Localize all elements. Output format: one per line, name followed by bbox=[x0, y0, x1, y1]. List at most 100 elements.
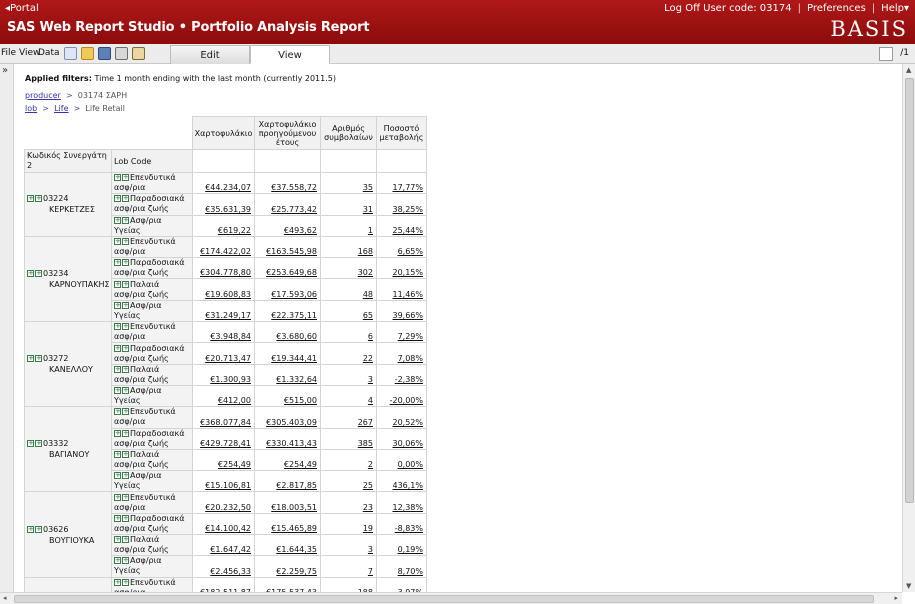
contracts-value[interactable]: 6 bbox=[368, 332, 373, 341]
portfolio-value[interactable]: €1.647,42 bbox=[210, 545, 251, 554]
drill-expand-icon[interactable]: + bbox=[114, 280, 121, 288]
vertical-scroll-thumb[interactable] bbox=[905, 78, 914, 503]
portfolio-value[interactable]: €19.608,83 bbox=[205, 290, 251, 299]
lob-label[interactable]: Ασφ/ρια bbox=[130, 471, 162, 480]
pct-change-value[interactable]: -20,00% bbox=[390, 396, 423, 405]
lob-label[interactable]: Παλαιά bbox=[130, 535, 159, 544]
open-folder-icon[interactable] bbox=[81, 47, 94, 60]
expand-icon[interactable]: + bbox=[122, 301, 129, 309]
pct-change-value[interactable]: 7,29% bbox=[398, 332, 423, 341]
pct-change-value[interactable]: 11,46% bbox=[392, 290, 423, 299]
col-header-pct-change[interactable]: Ποσοστό μεταβολής bbox=[376, 116, 427, 150]
portfolio-value[interactable]: €174.422,02 bbox=[200, 247, 251, 256]
drill-expand-icon[interactable]: + bbox=[114, 195, 121, 203]
prev-portfolio-value[interactable]: €25.773,42 bbox=[271, 205, 317, 214]
contracts-value[interactable]: 1 bbox=[368, 226, 373, 235]
portfolio-value[interactable]: €429.728,41 bbox=[200, 439, 251, 448]
drill-expand-icon[interactable]: + bbox=[114, 344, 121, 352]
print-icon[interactable] bbox=[115, 47, 128, 60]
expand-icon[interactable]: + bbox=[122, 557, 129, 565]
prev-portfolio-value[interactable]: €15.465,89 bbox=[271, 524, 317, 533]
lob-label[interactable]: Ασφ/ρια bbox=[130, 301, 162, 310]
portfolio-value[interactable]: €2.456,33 bbox=[210, 567, 251, 576]
lob-label[interactable]: Επενδυτικά bbox=[130, 173, 176, 182]
pct-change-value[interactable]: 17,77% bbox=[392, 183, 423, 192]
logoff-link[interactable]: Log Off User code: 03174 bbox=[664, 3, 791, 14]
contracts-value[interactable]: 48 bbox=[363, 290, 373, 299]
portfolio-value[interactable]: €20.232,50 bbox=[205, 503, 251, 512]
expand-icon[interactable]: + bbox=[122, 387, 129, 395]
lob-label[interactable]: Ασφ/ρια bbox=[130, 556, 162, 565]
prev-portfolio-value[interactable]: €17.593,06 bbox=[271, 290, 317, 299]
portfolio-value[interactable]: €304.778,80 bbox=[200, 268, 251, 277]
tab-view[interactable]: View bbox=[250, 45, 330, 64]
scroll-up-icon[interactable]: ▲ bbox=[906, 66, 911, 74]
partner-code[interactable]: 03626 bbox=[43, 525, 68, 534]
pct-change-value[interactable]: 30,06% bbox=[392, 439, 423, 448]
drill-expand-icon[interactable]: + bbox=[27, 440, 34, 448]
portfolio-value[interactable]: €35.631,39 bbox=[205, 205, 251, 214]
pct-change-value[interactable]: 0,19% bbox=[398, 545, 423, 554]
prev-portfolio-value[interactable]: €493,62 bbox=[284, 226, 317, 235]
drill-expand-icon[interactable]: + bbox=[114, 536, 121, 544]
expand-icon[interactable]: + bbox=[122, 493, 129, 501]
portfolio-value[interactable]: €15.106,81 bbox=[205, 481, 251, 490]
prev-portfolio-value[interactable]: €1.332,64 bbox=[276, 375, 317, 384]
expand-icon[interactable]: + bbox=[122, 195, 129, 203]
expand-icon[interactable]: + bbox=[35, 440, 42, 448]
lob-label[interactable]: Παραδοσιακά bbox=[130, 514, 184, 523]
pct-change-value[interactable]: 8,70% bbox=[398, 567, 423, 576]
prev-portfolio-value[interactable]: €37.558,72 bbox=[271, 183, 317, 192]
lob-label[interactable]: Παραδοσιακά bbox=[130, 258, 184, 267]
drill-expand-icon[interactable]: + bbox=[114, 493, 121, 501]
col-header-lob[interactable]: Lob Code bbox=[111, 149, 193, 173]
prev-portfolio-value[interactable]: €22.375,11 bbox=[271, 311, 317, 320]
contracts-value[interactable]: 2 bbox=[368, 460, 373, 469]
prev-portfolio-value[interactable]: €515,00 bbox=[284, 396, 317, 405]
expand-icon[interactable]: + bbox=[122, 514, 129, 522]
new-report-icon[interactable] bbox=[64, 47, 77, 60]
expand-icon[interactable]: + bbox=[122, 238, 129, 246]
partner-code[interactable]: 03332 bbox=[43, 439, 68, 448]
help-menu[interactable]: Help▾ bbox=[881, 3, 909, 14]
lob-label[interactable]: Ασφ/ρια bbox=[130, 386, 162, 395]
lob-label[interactable]: Παραδοσιακά bbox=[130, 344, 184, 353]
prev-portfolio-value[interactable]: €254,49 bbox=[284, 460, 317, 469]
partner-code[interactable]: 03224 bbox=[43, 194, 68, 203]
lob-label[interactable]: Ασφ/ρια bbox=[130, 216, 162, 225]
breadcrumb-link-life[interactable]: Life bbox=[54, 104, 68, 113]
partner-code[interactable]: 03234 bbox=[43, 269, 68, 278]
drill-expand-icon[interactable]: + bbox=[27, 525, 34, 533]
contracts-value[interactable]: 3 bbox=[368, 375, 373, 384]
contracts-value[interactable]: 4 bbox=[368, 396, 373, 405]
breadcrumb-link-lob[interactable]: lob bbox=[25, 104, 37, 113]
expand-icon[interactable]: + bbox=[122, 429, 129, 437]
lob-label[interactable]: Επενδυτικά bbox=[130, 493, 176, 502]
contracts-value[interactable]: 385 bbox=[358, 439, 373, 448]
expand-icon[interactable]: + bbox=[122, 344, 129, 352]
lob-label[interactable]: Παλαιά bbox=[130, 365, 159, 374]
horizontal-scroll-thumb[interactable] bbox=[14, 595, 874, 603]
drill-expand-icon[interactable]: + bbox=[114, 472, 121, 480]
lob-label[interactable]: Παραδοσιακά bbox=[130, 429, 184, 438]
col-header-partner[interactable]: Κωδικός Συνεργάτη 2 bbox=[24, 149, 112, 173]
drill-expand-icon[interactable]: + bbox=[27, 355, 34, 363]
drill-expand-icon[interactable]: + bbox=[114, 578, 121, 586]
prev-portfolio-value[interactable]: €2.259,75 bbox=[276, 567, 317, 576]
lob-label[interactable]: Επενδυτικά bbox=[130, 237, 176, 246]
drill-expand-icon[interactable]: + bbox=[114, 323, 121, 331]
prev-portfolio-value[interactable]: €305.403,09 bbox=[266, 418, 317, 427]
prev-portfolio-value[interactable]: €2.817,85 bbox=[276, 481, 317, 490]
lob-label[interactable]: Επενδυτικά bbox=[130, 407, 176, 416]
preferences-link[interactable]: Preferences bbox=[807, 3, 866, 14]
page-number-input[interactable] bbox=[879, 47, 893, 61]
expand-icon[interactable]: + bbox=[35, 355, 42, 363]
pct-change-value[interactable]: 0,00% bbox=[398, 460, 423, 469]
portfolio-value[interactable]: €3.948,84 bbox=[210, 332, 251, 341]
portfolio-value[interactable]: €20.713,47 bbox=[205, 354, 251, 363]
portfolio-value[interactable]: €619,22 bbox=[218, 226, 251, 235]
pct-change-value[interactable]: -8,83% bbox=[395, 524, 423, 533]
expand-icon[interactable]: + bbox=[122, 578, 129, 586]
portfolio-value[interactable]: €412,00 bbox=[218, 396, 251, 405]
pct-change-value[interactable]: 20,15% bbox=[392, 268, 423, 277]
